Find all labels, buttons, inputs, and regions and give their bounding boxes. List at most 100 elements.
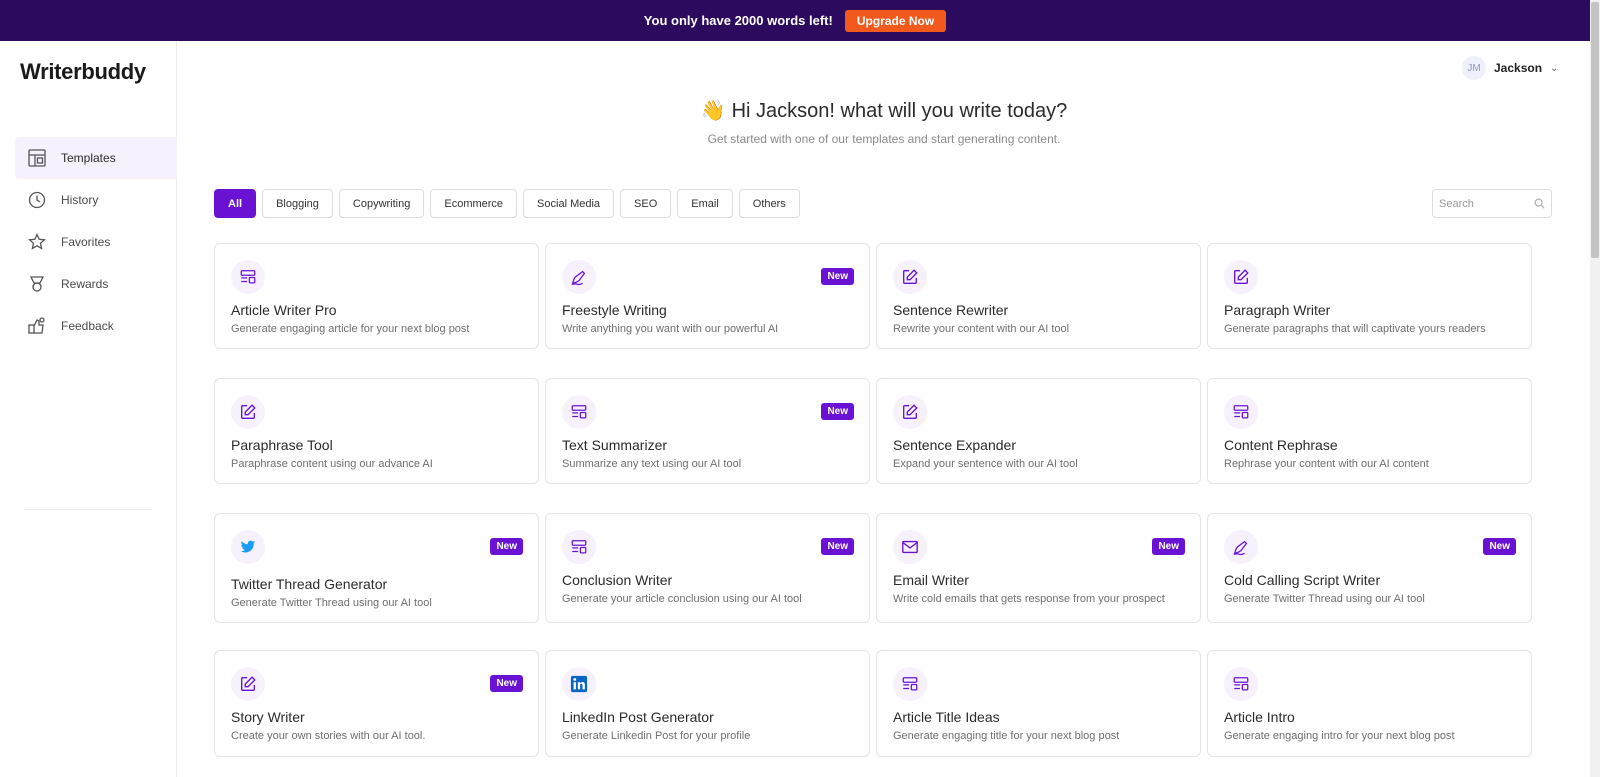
card-description: Create your own stories with our AI tool… xyxy=(231,730,426,742)
category-filters: All Blogging Copywriting Ecommerce Socia… xyxy=(214,189,800,218)
card-description: Expand your sentence with our AI tool xyxy=(893,458,1078,470)
sidebar-item-label: Templates xyxy=(61,151,116,165)
template-card-paragraph-writer[interactable]: Paragraph Writer Generate paragraphs that… xyxy=(1207,243,1532,349)
templates-icon xyxy=(28,149,46,167)
user-name: Jackson xyxy=(1494,61,1543,75)
card-description: Generate Linkedin Post for your profile xyxy=(562,730,751,742)
card-title: Article Writer Pro xyxy=(231,302,337,318)
filter-social-media[interactable]: Social Media xyxy=(523,189,615,218)
sidebar-item-templates[interactable]: Templates xyxy=(15,137,177,179)
template-card-content-rephrase[interactable]: Content Rephrase Rephrase your content wi… xyxy=(1207,378,1532,484)
new-badge: New xyxy=(490,538,523,555)
filter-others[interactable]: Others xyxy=(738,189,800,218)
sidebar-item-feedback[interactable]: Feedback xyxy=(15,305,177,347)
card-title: Text Summarizer xyxy=(562,437,668,453)
layout-icon xyxy=(1224,667,1258,701)
page-scrollbar[interactable] xyxy=(1590,0,1600,777)
layout-icon xyxy=(562,530,596,564)
sidebar-item-label: History xyxy=(61,193,99,207)
template-card-text-summarizer[interactable]: New Text Summarizer Summarize any text usi… xyxy=(545,378,870,484)
filter-blogging[interactable]: Blogging xyxy=(262,189,333,218)
card-description: Write cold emails that gets response fro… xyxy=(893,593,1165,605)
avatar: JM xyxy=(1462,56,1486,80)
banner-message: You only have 2000 words left! xyxy=(643,13,833,28)
history-icon xyxy=(28,191,46,209)
mail-icon xyxy=(893,530,927,564)
edit-icon xyxy=(893,395,927,429)
template-card-email-writer[interactable]: New Email Writer Write cold emails that ge… xyxy=(876,513,1201,623)
filter-copywriting[interactable]: Copywriting xyxy=(338,189,425,218)
sidebar-item-favorites[interactable]: Favorites xyxy=(15,221,177,263)
user-menu[interactable]: JM Jackson ⌄ xyxy=(1462,56,1558,80)
medal-icon xyxy=(29,276,45,292)
card-description: Paraphrase content using our advance AI xyxy=(231,458,433,470)
filter-seo[interactable]: SEO xyxy=(620,189,672,218)
new-badge: New xyxy=(1152,538,1185,555)
card-description: Summarize any text using our AI tool xyxy=(562,458,742,470)
template-card-cold-calling-script-writer[interactable]: New Cold Calling Script Writer Generate Tw… xyxy=(1207,513,1532,623)
card-description: Rephrase your content with our AI conten… xyxy=(1224,458,1429,470)
template-card-article-intro[interactable]: Article Intro Generate engaging intro for… xyxy=(1207,650,1532,757)
template-card-conclusion-writer[interactable]: New Conclusion Writer Generate your articl… xyxy=(545,513,870,623)
sidebar-item-label: Rewards xyxy=(61,277,109,291)
card-description: Generate Twitter Thread using our AI too… xyxy=(231,597,432,609)
upgrade-banner: You only have 2000 words left! Upgrade N… xyxy=(0,0,1590,41)
template-card-story-writer[interactable]: New Story Writer Create your own stories w… xyxy=(214,650,539,757)
linkedin-icon xyxy=(562,667,596,701)
feedback-icon xyxy=(28,317,45,334)
template-card-sentence-expander[interactable]: Sentence Expander Expand your sentence wi… xyxy=(876,378,1201,484)
card-description: Rewrite your content with our AI tool xyxy=(893,323,1070,335)
card-title: Sentence Expander xyxy=(893,437,1016,453)
template-card-paraphrase-tool[interactable]: Paraphrase Tool Paraphrase content using … xyxy=(214,378,539,484)
card-description: Generate Twitter Thread using our AI too… xyxy=(1224,593,1425,605)
template-card-article-title-ideas[interactable]: Article Title Ideas Generate engaging tit… xyxy=(876,650,1201,757)
upgrade-now-button[interactable]: Upgrade Now xyxy=(844,9,947,32)
sidebar-divider xyxy=(24,509,152,510)
chevron-down-icon: ⌄ xyxy=(1550,62,1559,74)
template-card-linkedin-post-generator[interactable]: LinkedIn Post Generator Generate Linkedin… xyxy=(545,650,870,757)
sidebar-nav: Templates History Favorites Rewards Feed… xyxy=(15,137,177,347)
layout-icon xyxy=(1224,395,1258,429)
new-badge: New xyxy=(821,538,854,555)
sidebar: Writerbuddy Templates History Favorites … xyxy=(0,41,177,777)
twitter-icon xyxy=(231,530,265,564)
filter-ecommerce[interactable]: Ecommerce xyxy=(430,189,518,218)
card-title: Email Writer xyxy=(893,572,969,588)
scrollbar-thumb[interactable] xyxy=(1591,2,1599,258)
card-title: Content Rephrase xyxy=(1224,437,1338,453)
pen-nib-icon xyxy=(1224,530,1258,564)
search-input[interactable] xyxy=(1439,197,1525,210)
pen-nib-icon xyxy=(562,260,596,294)
page-title: 👋 Hi Jackson! what will you write today? xyxy=(700,100,1068,122)
card-title: Conclusion Writer xyxy=(562,572,673,588)
card-description: Generate engaging intro for your next bl… xyxy=(1224,730,1455,742)
wave-icon: 👋 xyxy=(700,100,726,122)
search-icon xyxy=(1534,198,1545,209)
layout-icon xyxy=(562,395,596,429)
edit-icon xyxy=(893,260,927,294)
card-title: Paragraph Writer xyxy=(1224,302,1331,318)
edit-icon xyxy=(231,667,265,701)
card-description: Generate paragraphs that will captivate … xyxy=(1224,323,1486,335)
edit-icon xyxy=(1224,260,1258,294)
edit-icon xyxy=(231,395,265,429)
card-description: Generate your article conclusion using o… xyxy=(562,593,802,605)
template-card-sentence-rewriter[interactable]: Sentence Rewriter Rewrite your content wi… xyxy=(876,243,1201,349)
card-title: Article Title Ideas xyxy=(893,709,1000,725)
layout-icon xyxy=(231,260,265,294)
sidebar-item-label: Favorites xyxy=(61,235,111,249)
template-card-twitter-thread-generator[interactable]: New Twitter Thread Generator Generate Twit… xyxy=(214,513,539,623)
layout-icon xyxy=(893,667,927,701)
template-card-article-writer-pro[interactable]: Article Writer Pro Generate engaging arti… xyxy=(214,243,539,349)
new-badge: New xyxy=(821,268,854,285)
card-title: Story Writer xyxy=(231,709,305,725)
sidebar-item-history[interactable]: History xyxy=(15,179,177,221)
card-title: Sentence Rewriter xyxy=(893,302,1009,318)
card-title: Cold Calling Script Writer xyxy=(1224,572,1381,588)
brand-logo[interactable]: Writerbuddy xyxy=(20,59,146,85)
card-title: Article Intro xyxy=(1224,709,1295,725)
filter-all[interactable]: All xyxy=(214,189,257,218)
sidebar-item-rewards[interactable]: Rewards xyxy=(15,263,177,305)
filter-email[interactable]: Email xyxy=(677,189,733,218)
template-card-freestyle-writing[interactable]: New Freestyle Writing Write anything you w… xyxy=(545,243,870,349)
